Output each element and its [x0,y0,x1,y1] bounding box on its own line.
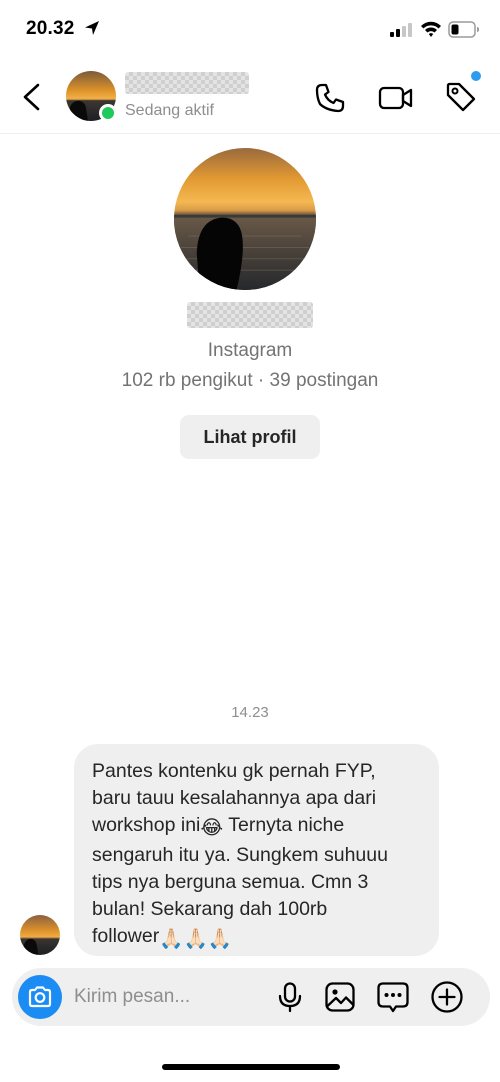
message-line: baru tauu kesalahannya apa dari [92,787,377,809]
chat-header: Sedang aktif [0,62,500,134]
microphone-icon[interactable] [274,981,306,1013]
status-time: 20.32 [26,18,75,39]
profile-avatar[interactable] [174,148,316,290]
battery-icon [448,21,479,38]
message-text: follower [92,925,160,947]
message-line: workshop ini😂 Ternyta niche [92,812,423,842]
message-composer [12,968,490,1026]
active-status-text: Sedang aktif [125,102,214,119]
sender-photo [20,915,60,955]
home-indicator[interactable] [162,1064,340,1070]
back-icon[interactable] [18,82,46,112]
message-timestamp: 14.23 [231,704,269,721]
message-bubble[interactable]: Pantes kontenku gk pernah FYP, baru tauu… [74,744,439,956]
message-line: sengaruh itu ya. Sungkem suhuuu [92,844,388,866]
profile-photo [174,148,316,290]
message-input[interactable] [74,978,264,1016]
tag-icon[interactable] [444,80,478,114]
message-line: Pantes kontenku gk pernah FYP, [92,760,376,782]
notification-dot [471,71,481,81]
message-line: bulan! Sekarang dah 100rb [92,898,328,920]
profile-source: Instagram [207,340,293,361]
contact-name-redacted[interactable] [125,72,249,94]
active-status-indicator [99,104,117,122]
status-bar: 20.32 [0,0,500,62]
wifi-icon [421,21,441,37]
signal-icon [390,23,412,37]
sender-avatar[interactable] [20,915,60,955]
call-icon[interactable] [314,82,346,114]
gallery-icon[interactable] [324,981,356,1013]
camera-icon [28,986,52,1008]
sticker-icon[interactable] [376,981,410,1013]
laughing-emoji: 😂 [200,817,224,839]
video-call-icon[interactable] [378,82,414,114]
message-line: tips nya berguna semua. Cmn 3 [92,871,369,893]
view-profile-button[interactable]: Lihat profil [180,415,320,459]
plus-icon[interactable] [430,980,464,1014]
camera-button[interactable] [18,975,62,1019]
message-text: Ternyta niche [223,814,345,836]
message-text: workshop ini [92,814,201,836]
profile-stats: 102 rb pengikut · 39 postingan [121,370,379,391]
location-arrow-icon [85,21,99,35]
praying-hands-emoji: 🙏🏻🙏🏻🙏🏻 [159,928,233,950]
profile-name-redacted [187,302,313,328]
message-line: follower🙏🏻🙏🏻🙏🏻 [92,923,423,953]
